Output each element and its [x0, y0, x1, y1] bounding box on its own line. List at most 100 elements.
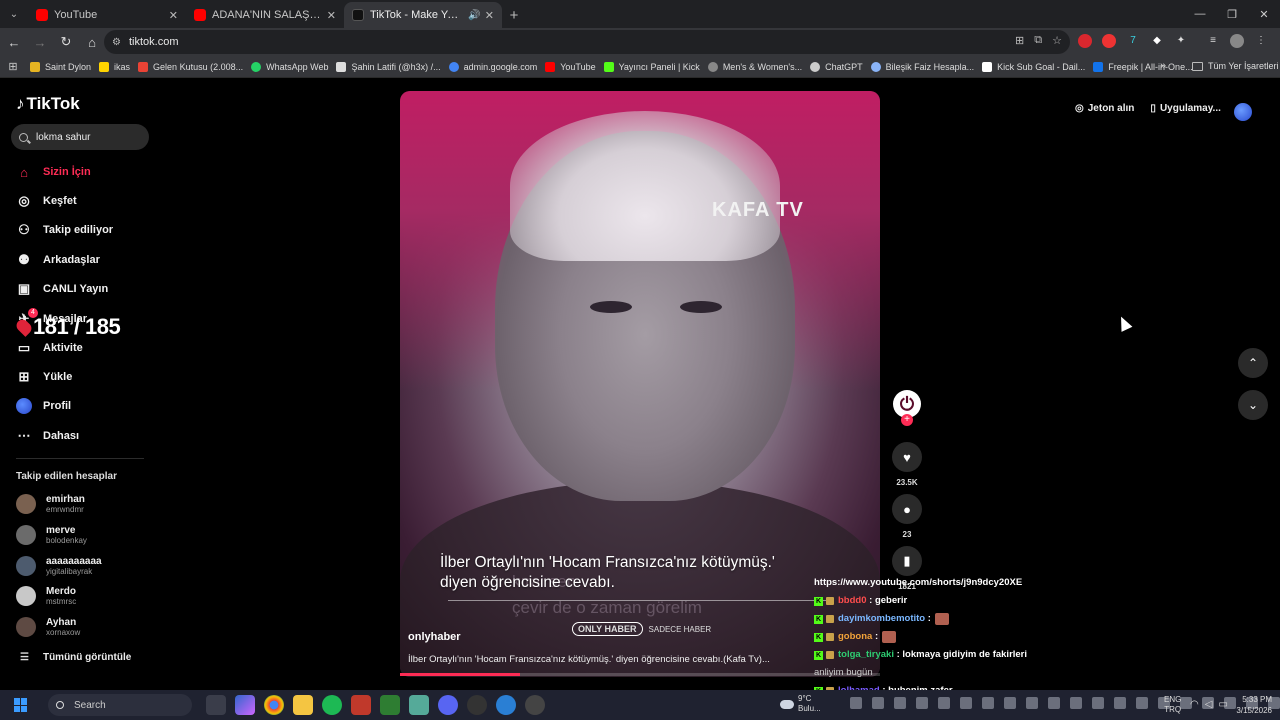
- address-bar[interactable]: ⚙ tiktok.com ⊞ ⧉ ☆: [104, 30, 1070, 54]
- following-account[interactable]: emirhan emrwndmr: [16, 494, 85, 514]
- task-view-icon[interactable]: [206, 695, 226, 715]
- tray-icon[interactable]: [872, 697, 884, 709]
- comment-action[interactable]: ● 23: [891, 494, 923, 539]
- close-window-icon[interactable]: ✕: [1248, 0, 1280, 28]
- close-tab-icon[interactable]: ✕: [485, 9, 494, 22]
- back-button[interactable]: ←: [2, 30, 26, 54]
- app-icon[interactable]: [525, 695, 545, 715]
- tray-icon[interactable]: [1004, 697, 1016, 709]
- video-author[interactable]: onlyhaber: [408, 631, 461, 643]
- tray-icon[interactable]: [982, 697, 994, 709]
- nav-for-you[interactable]: ⌂ Sizin İçin: [16, 164, 91, 180]
- video-description[interactable]: İlber Ortaylı'nın 'Hocam Fransızca'nız k…: [408, 654, 788, 665]
- new-tab-button[interactable]: +: [502, 2, 526, 28]
- restore-icon[interactable]: ❐: [1216, 0, 1248, 28]
- tray-icon[interactable]: [916, 697, 928, 709]
- follow-plus-button[interactable]: +: [901, 414, 913, 426]
- bookmark-item[interactable]: Saint Dylon: [30, 61, 91, 72]
- translate-icon[interactable]: ⊞: [1015, 34, 1024, 47]
- tab-tiktok[interactable]: TikTok - Make Your Day 🔊 ✕: [344, 2, 502, 28]
- video-player[interactable]: KAFA TV kırai sen çevir de o zaman göreli…: [400, 91, 880, 677]
- browser-menu-icon[interactable]: ⋮: [1254, 34, 1268, 48]
- file-explorer-icon[interactable]: [293, 695, 313, 715]
- extension-icon[interactable]: [1078, 34, 1092, 48]
- tray-icon[interactable]: [1092, 697, 1104, 709]
- bookmark-star-icon[interactable]: ☆: [1052, 34, 1062, 47]
- bookmark-item[interactable]: Yayıncı Paneli | Kick: [603, 61, 700, 72]
- extension-icon[interactable]: [1102, 34, 1116, 48]
- tray-icon[interactable]: [1114, 697, 1126, 709]
- comment-icon[interactable]: ●: [892, 494, 922, 524]
- tab-youtube[interactable]: YouTube ✕: [28, 2, 186, 28]
- following-account[interactable]: merve bolodenkay: [16, 525, 87, 545]
- video-progress-bar[interactable]: [400, 673, 880, 676]
- system-icons[interactable]: ◠ ◁ ▭: [1190, 699, 1228, 710]
- tray-icon[interactable]: [1136, 697, 1148, 709]
- bookmark-item[interactable]: ikas: [99, 61, 130, 72]
- extension-icon[interactable]: ◆: [1150, 34, 1164, 48]
- close-tab-icon[interactable]: ✕: [169, 9, 178, 22]
- install-app-icon[interactable]: ⧉: [1034, 34, 1042, 47]
- previous-video-button[interactable]: ⌃: [1238, 348, 1268, 378]
- url-text[interactable]: tiktok.com: [129, 36, 179, 48]
- apps-grid-icon[interactable]: ⊞: [0, 60, 26, 73]
- excel-icon[interactable]: [380, 695, 400, 715]
- get-app-button[interactable]: ▯ Uygulamay...: [1150, 103, 1220, 114]
- heart-icon[interactable]: ♥: [892, 442, 922, 472]
- tab-adana[interactable]: ADANA'NIN SALAŞ KEBAPÇILAR ✕: [186, 2, 344, 28]
- media-app-icon[interactable]: [351, 695, 371, 715]
- bookmark-item[interactable]: WhatsApp Web: [251, 61, 328, 72]
- puzzle-icon[interactable]: ✦: [1174, 34, 1188, 48]
- tray-icon[interactable]: [894, 697, 906, 709]
- taskbar-search[interactable]: Search: [48, 694, 192, 716]
- app-icon[interactable]: [496, 695, 516, 715]
- tray-icon[interactable]: [1048, 697, 1060, 709]
- copilot-icon[interactable]: [235, 695, 255, 715]
- obs-icon[interactable]: [467, 695, 487, 715]
- tab-search-menu[interactable]: ⌄: [0, 0, 28, 28]
- bookmark-item[interactable]: admin.google.com: [448, 61, 537, 72]
- tray-icon[interactable]: [960, 697, 972, 709]
- site-info-icon[interactable]: ⚙: [112, 37, 121, 48]
- bookmark-item[interactable]: Kick Sub Goal - Dail...: [982, 61, 1085, 72]
- spotify-icon[interactable]: [322, 695, 342, 715]
- all-bookmarks-folder[interactable]: Tüm Yer İşaretleri: [1192, 61, 1279, 71]
- speaker-icon[interactable]: 🔊: [468, 10, 480, 21]
- nav-upload[interactable]: ⊞ Yükle: [16, 369, 73, 385]
- search-input[interactable]: lokma sahur: [11, 124, 149, 150]
- tray-icon[interactable]: [1026, 697, 1038, 709]
- bookmark-item[interactable]: Freepik | All-in-One...: [1093, 61, 1193, 72]
- language-indicator[interactable]: ENG TRQ: [1164, 695, 1181, 715]
- reload-button[interactable]: ↻: [54, 30, 78, 54]
- get-coins-button[interactable]: ◎ Jeton alın: [1075, 103, 1134, 114]
- chrome-icon[interactable]: [264, 695, 284, 715]
- bookmark-icon[interactable]: ▮: [892, 546, 922, 576]
- following-account[interactable]: Merdo mstmrsc: [16, 586, 76, 606]
- taskbar-clock[interactable]: 5:33 PM 3/15/2026: [1228, 694, 1272, 716]
- nav-friends[interactable]: ⚉ Arkadaşlar: [16, 252, 100, 268]
- search-value[interactable]: lokma sahur: [36, 132, 90, 143]
- tray-icon[interactable]: [850, 697, 862, 709]
- bookmark-item[interactable]: Gelen Kutusu (2.008...: [138, 61, 243, 72]
- following-account[interactable]: Ayhan xornaxow: [16, 617, 80, 637]
- nav-activity[interactable]: ▭ Aktivite: [16, 340, 83, 356]
- bookmark-item[interactable]: Men's & Women's...: [707, 61, 802, 72]
- app-icon[interactable]: [409, 695, 429, 715]
- reading-list-icon[interactable]: ≡: [1206, 34, 1220, 48]
- bookmark-item[interactable]: YouTube: [545, 61, 596, 72]
- close-tab-icon[interactable]: ✕: [327, 9, 336, 22]
- bookmark-item[interactable]: ChatGPT: [810, 61, 863, 72]
- nav-more[interactable]: ⋯ Dahası: [16, 428, 80, 444]
- nav-live[interactable]: ▣ CANLI Yayın: [16, 281, 108, 297]
- see-all-following-button[interactable]: ☰ Tümünü görüntüle: [20, 652, 131, 663]
- nav-following[interactable]: ⚇ Takip ediliyor: [16, 222, 113, 238]
- like-action[interactable]: ♥ 23.5K: [891, 442, 923, 487]
- bookmark-item[interactable]: Şahin Latifi (@h3x) /...: [336, 61, 441, 72]
- nav-profile[interactable]: Profil: [16, 398, 71, 414]
- tiktok-logo[interactable]: ♪ TikTok: [16, 94, 80, 114]
- weather-widget[interactable]: 9°C Bulu...: [780, 694, 821, 714]
- nav-explore[interactable]: ◎ Keşfet: [16, 193, 76, 209]
- home-button[interactable]: ⌂: [80, 30, 104, 54]
- tray-icon[interactable]: [938, 697, 950, 709]
- bookmark-item[interactable]: Bileşik Faiz Hesapla...: [870, 61, 974, 72]
